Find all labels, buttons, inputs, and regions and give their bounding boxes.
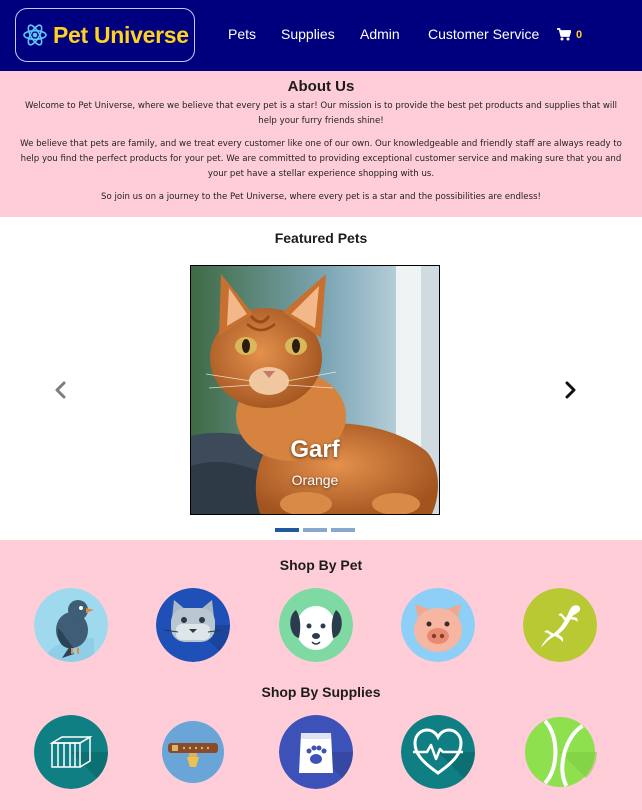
shop-supply-toys[interactable]	[523, 715, 597, 789]
shopping-cart-icon	[557, 28, 571, 41]
navbar: Pet Universe Pets Supplies Admin Custome…	[0, 0, 642, 71]
featured-title: Featured Pets	[274, 230, 368, 246]
shop-pet-lizard[interactable]	[523, 588, 597, 662]
shop-pet-bird[interactable]	[34, 588, 108, 662]
cart-count: 0	[576, 28, 583, 41]
about-section: About Us Welcome to Pet Universe, where …	[0, 71, 642, 217]
pig-icon	[401, 588, 475, 662]
about-title: About Us	[287, 78, 355, 95]
shop-supply-health[interactable]	[401, 715, 475, 789]
nav-link-pets[interactable]: Pets	[228, 26, 256, 42]
shop-section: Shop By Pet Shop By Supplies	[0, 540, 642, 810]
featured-pet-color: Orange	[291, 472, 339, 488]
nav-link-customer-service[interactable]: Customer Service	[428, 26, 539, 42]
cart-button[interactable]: 0	[557, 28, 582, 41]
cat-icon	[156, 588, 230, 662]
about-paragraph-3: So join us on a journey to the Pet Unive…	[101, 192, 541, 202]
shop-supply-food[interactable]	[279, 715, 353, 789]
bird-icon	[34, 588, 108, 662]
carousel-next-button[interactable]	[559, 379, 581, 401]
about-paragraph-1: Welcome to Pet Universe, where we believ…	[24, 101, 618, 126]
carousel-dot[interactable]	[331, 528, 355, 532]
about-paragraph-2: We believe that pets are family, and we …	[20, 139, 622, 179]
featured-section: Featured Pets Garf Orange	[0, 217, 642, 540]
pet-food-icon	[279, 715, 353, 789]
carousel-indicators	[275, 528, 355, 532]
featured-pet-name: Garf	[290, 436, 340, 463]
carousel-prev-button[interactable]	[50, 379, 72, 401]
shop-supply-collars[interactable]	[156, 715, 230, 789]
featured-pet-card[interactable]: Garf Orange	[190, 265, 440, 515]
collar-icon	[162, 721, 224, 783]
shop-pet-dog[interactable]	[279, 588, 353, 662]
react-atom-icon	[23, 24, 47, 46]
lizard-icon	[523, 588, 597, 662]
shop-by-pet-title: Shop By Pet	[279, 557, 363, 573]
nav-link-admin[interactable]: Admin	[360, 26, 400, 42]
brand-name: Pet Universe	[53, 21, 189, 48]
shop-pet-pig[interactable]	[401, 588, 475, 662]
health-icon	[401, 715, 475, 789]
tennis-ball-icon	[525, 717, 597, 789]
carousel-dot[interactable]	[303, 528, 327, 532]
shop-supply-crates[interactable]	[34, 715, 108, 789]
brand-link[interactable]: Pet Universe	[15, 8, 195, 62]
shop-by-supplies-title: Shop By Supplies	[261, 684, 381, 700]
shop-pet-cat[interactable]	[156, 588, 230, 662]
dog-icon	[279, 588, 353, 662]
carousel-dot[interactable]	[275, 528, 299, 532]
nav-link-supplies[interactable]: Supplies	[281, 26, 335, 42]
crate-icon	[34, 715, 108, 789]
